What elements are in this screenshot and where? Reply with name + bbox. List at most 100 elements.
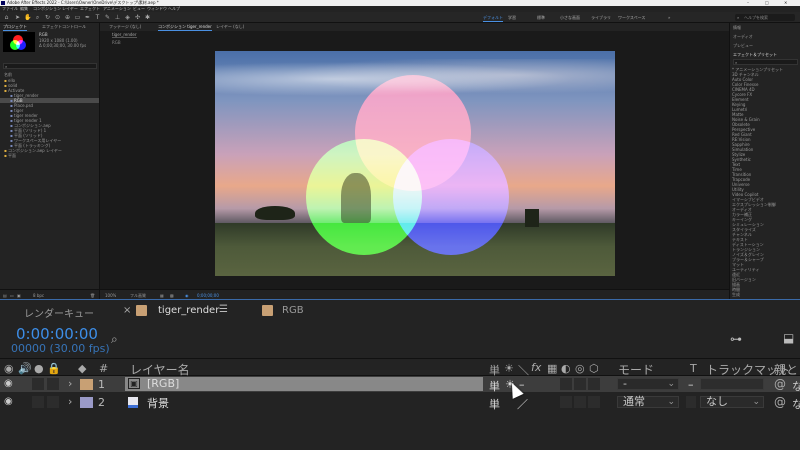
mode-dropdown[interactable]: 通常 ⌄ bbox=[617, 396, 679, 408]
comp-breadcrumb[interactable]: tiger_render bbox=[112, 32, 137, 38]
adjustment-cell[interactable] bbox=[574, 378, 586, 390]
frame-blend-switch-icon[interactable]: ▦ bbox=[547, 362, 557, 375]
tab-effects-presets[interactable]: エフェクト＆プリセット bbox=[733, 52, 777, 57]
3d-layer-switch-icon[interactable]: ⬡ bbox=[589, 362, 599, 375]
close-tab-icon[interactable]: × bbox=[123, 305, 131, 316]
preserve-transparency-toggle[interactable]: – bbox=[688, 378, 694, 391]
selection-tool-icon[interactable]: ➤ bbox=[14, 14, 21, 21]
resolution-dropdown[interactable]: フル画質 bbox=[130, 293, 146, 298]
text-tool-icon[interactable]: T bbox=[94, 14, 101, 21]
pan-behind-tool-icon[interactable]: ⊕ bbox=[64, 14, 71, 21]
workspace-learn[interactable]: 学習 bbox=[508, 15, 516, 21]
trackmatte-dropdown[interactable] bbox=[700, 378, 764, 390]
zoom-dropdown[interactable]: 100% bbox=[105, 293, 116, 298]
tab-preview[interactable]: プレビュー bbox=[733, 43, 753, 48]
pickwhip-icon[interactable]: @ bbox=[774, 395, 786, 409]
tab-menu-icon[interactable]: ☰ bbox=[219, 304, 228, 315]
eye-icon[interactable]: ◉ bbox=[4, 378, 13, 389]
workspace-default[interactable]: デフォルト bbox=[483, 15, 503, 22]
tab-render-queue[interactable]: レンダーキュー bbox=[24, 305, 94, 320]
table-row[interactable]: ◉ › 1 ▣ [RGB] 単 ☀ – - ⌄ – @ な bbox=[0, 376, 800, 394]
menu-animation[interactable]: アニメーション bbox=[103, 6, 131, 11]
expand-chevron-icon[interactable]: › bbox=[68, 377, 72, 390]
tab-rgb[interactable]: RGB bbox=[282, 305, 304, 316]
hand-tool-icon[interactable]: ✋ bbox=[24, 14, 31, 21]
parent-value[interactable]: な bbox=[792, 396, 800, 412]
menu-file[interactable]: ファイル bbox=[2, 6, 18, 11]
bit-depth-label[interactable]: 8 bpc bbox=[33, 293, 44, 298]
interpret-footage-icon[interactable]: ▤ bbox=[3, 293, 7, 298]
roto-brush-tool-icon[interactable]: ✣ bbox=[134, 14, 141, 21]
new-folder-icon[interactable]: ▭ bbox=[10, 293, 14, 298]
rotate-tool-icon[interactable]: ↻ bbox=[44, 14, 51, 21]
tab-composition[interactable]: コンポジション tiger_render bbox=[158, 24, 212, 31]
workspace-custom[interactable]: ワークスペース bbox=[618, 15, 645, 21]
transparency-grid-icon[interactable]: ▩ bbox=[170, 293, 174, 298]
workspace-more[interactable]: » bbox=[668, 15, 670, 20]
mode-dropdown[interactable]: - ⌄ bbox=[617, 378, 679, 390]
project-search-input[interactable]: ⌕ bbox=[3, 63, 97, 69]
menu-layer[interactable]: レイヤー bbox=[62, 6, 78, 11]
draft-3d-icon[interactable]: ⬓ bbox=[783, 331, 794, 345]
trash-icon[interactable]: 🗑 bbox=[90, 293, 95, 298]
lock-switch-icon[interactable]: 🔒 bbox=[47, 362, 61, 375]
tab-footage[interactable]: フッテージ (なし) bbox=[109, 24, 141, 30]
timeline-search-input[interactable]: ⌕ bbox=[105, 332, 695, 347]
adjustment-layer-switch-icon[interactable]: ◎ bbox=[575, 362, 585, 375]
menu-edit[interactable]: 編集 bbox=[20, 6, 28, 11]
preserve-transparency-toggle[interactable] bbox=[686, 396, 696, 408]
column-name-header[interactable]: 名前 bbox=[4, 72, 12, 77]
menu-help[interactable]: ヘルプ bbox=[168, 6, 180, 11]
comp-flowchart-icon[interactable]: ⊶ bbox=[730, 332, 742, 346]
workspace-libraries[interactable]: ライブラリ bbox=[591, 15, 611, 21]
pen-tool-icon[interactable]: ✒ bbox=[84, 14, 91, 21]
pickwhip-icon[interactable]: @ bbox=[774, 377, 786, 391]
eye-icon[interactable]: ◉ bbox=[4, 396, 13, 407]
trackmatte-dropdown[interactable]: なし ⌄ bbox=[700, 396, 764, 408]
grid-icon[interactable]: ▦ bbox=[160, 293, 164, 298]
shy-switch-icon[interactable]: 単 bbox=[489, 378, 500, 394]
shy-switch-icon[interactable]: 単 bbox=[489, 396, 500, 412]
menu-composition[interactable]: コンポジション bbox=[33, 6, 61, 11]
comp-canvas[interactable] bbox=[215, 51, 615, 276]
new-comp-icon[interactable]: ▣ bbox=[17, 293, 21, 298]
audio-switch-icon[interactable]: 🔊 bbox=[18, 362, 32, 375]
brush-tool-icon[interactable]: ✎ bbox=[104, 14, 111, 21]
menu-effect[interactable]: エフェクト bbox=[80, 6, 100, 11]
layer-name[interactable]: 背景 bbox=[147, 395, 169, 411]
eraser-tool-icon[interactable]: ◈ bbox=[124, 14, 131, 21]
tab-info[interactable]: 情報 bbox=[733, 25, 741, 30]
tab-layer[interactable]: レイヤー (なし) bbox=[216, 24, 244, 30]
help-search-field[interactable]: ⌕ ヘルプを検索 bbox=[735, 14, 795, 21]
list-item[interactable]: 生成 bbox=[732, 292, 799, 297]
camera-snapshot-icon[interactable]: ◉ bbox=[185, 293, 189, 298]
rectangle-tool-icon[interactable]: ▭ bbox=[74, 14, 81, 21]
table-row[interactable]: ◉ › 2 背景 単 ／ 通常 ⌄ なし ⌄ @ な bbox=[0, 394, 800, 412]
tab-tiger-render[interactable]: tiger_render bbox=[158, 305, 219, 316]
menu-view[interactable]: ビュー bbox=[133, 6, 145, 11]
layer-label-color[interactable] bbox=[80, 379, 93, 390]
motion-blur-cell[interactable] bbox=[560, 378, 572, 390]
adjustment-cell[interactable] bbox=[574, 396, 586, 408]
tab-project[interactable]: プロジェクト bbox=[3, 24, 27, 31]
parent-value[interactable]: な bbox=[792, 378, 800, 394]
effects-search-input[interactable]: ⌕ bbox=[733, 59, 798, 65]
fx-switch-icon[interactable]: fx bbox=[531, 361, 541, 374]
motion-blur-switch-icon[interactable]: ◐ bbox=[561, 362, 571, 375]
label-column-icon[interactable]: ◆ bbox=[78, 362, 86, 375]
lock-cell[interactable] bbox=[47, 378, 59, 390]
3d-cell[interactable] bbox=[588, 378, 600, 390]
clone-stamp-tool-icon[interactable]: ⊥ bbox=[114, 14, 121, 21]
solo-cell[interactable] bbox=[32, 378, 44, 390]
motion-blur-cell[interactable] bbox=[560, 396, 572, 408]
3d-cell[interactable] bbox=[588, 396, 600, 408]
puppet-tool-icon[interactable]: ✱ bbox=[144, 14, 151, 21]
menu-window[interactable]: ウィンドウ bbox=[147, 6, 167, 11]
video-switch-icon[interactable]: ◉ bbox=[4, 362, 14, 375]
tab-audio[interactable]: オーディオ bbox=[733, 34, 753, 39]
sub-comp-breadcrumb[interactable]: RGB bbox=[112, 40, 121, 45]
solo-cell[interactable] bbox=[32, 396, 44, 408]
list-item[interactable]: ▪ 平面 bbox=[0, 153, 99, 158]
workspace-standard[interactable]: 標準 bbox=[537, 15, 545, 21]
solo-switch-icon[interactable]: ● bbox=[34, 362, 44, 375]
